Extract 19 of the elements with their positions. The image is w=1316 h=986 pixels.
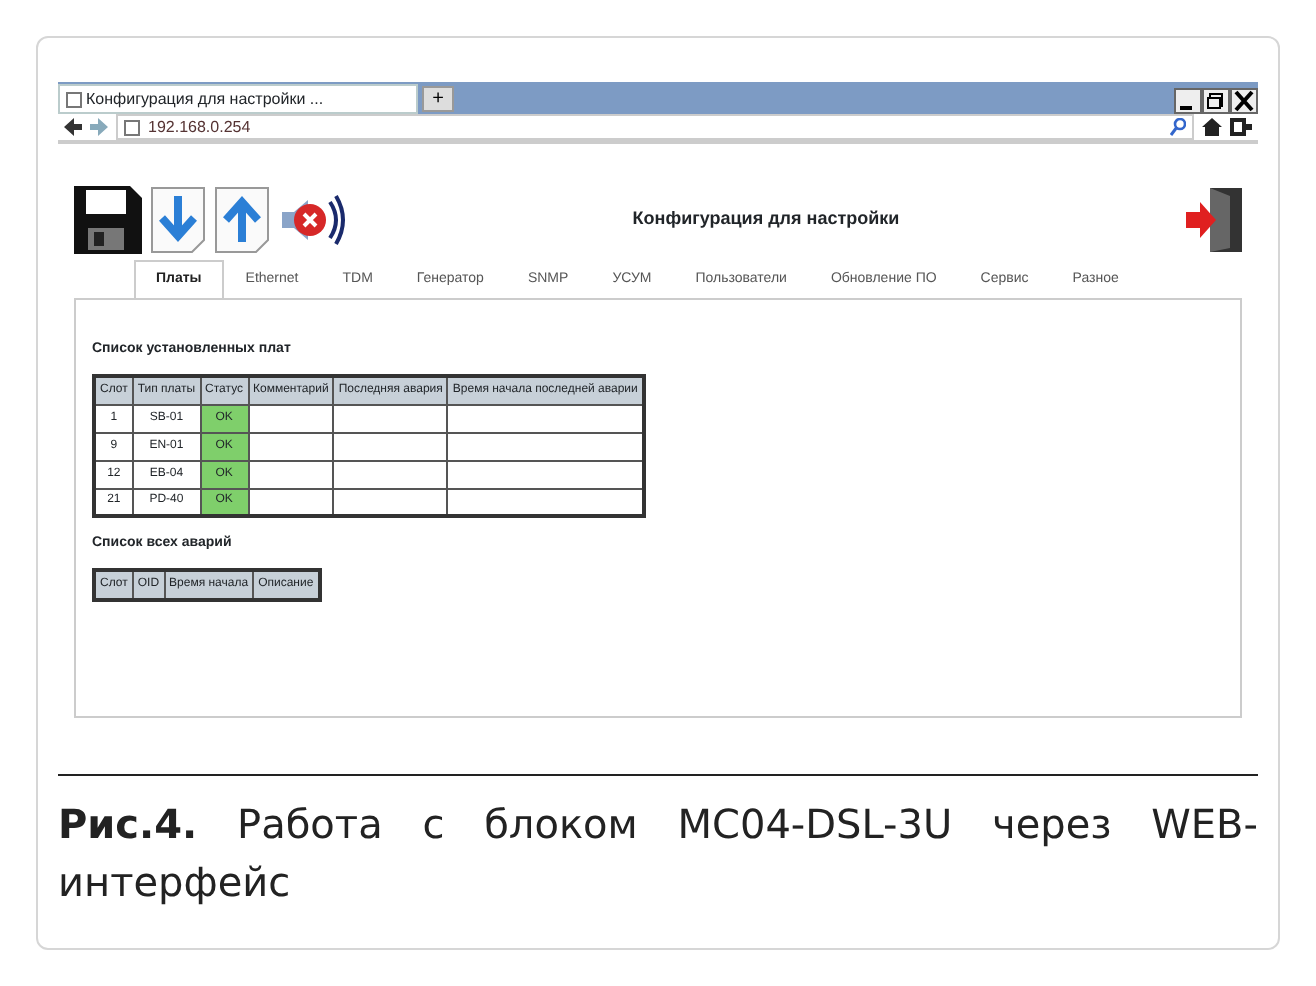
new-tab-button[interactable]: + [422,86,454,112]
address-field[interactable]: 192.168.0.254 [116,114,1194,140]
page-icon [124,119,140,135]
back-icon[interactable] [64,118,82,136]
maximize-icon[interactable] [1202,88,1230,114]
exit-icon[interactable] [1186,188,1242,252]
download-icon[interactable] [150,186,206,254]
close-icon[interactable] [1230,88,1258,114]
upload-icon[interactable] [214,186,270,254]
page-icon [66,91,82,107]
figure-caption: Рис.4. Работа с блоком MC04-DSL-3U через WEB-интерфейс [58,798,1258,910]
browser-tab[interactable]: Конфигурация для настройки ... [58,84,418,114]
plugin-icon[interactable] [1230,118,1252,136]
speaker-mute-icon[interactable] [278,190,346,250]
minimize-icon[interactable] [1174,88,1202,114]
save-icon[interactable] [74,186,142,254]
home-icon[interactable] [1202,118,1222,136]
page-title: Конфигурация для настройки [630,206,902,233]
search-icon[interactable] [1170,118,1186,136]
